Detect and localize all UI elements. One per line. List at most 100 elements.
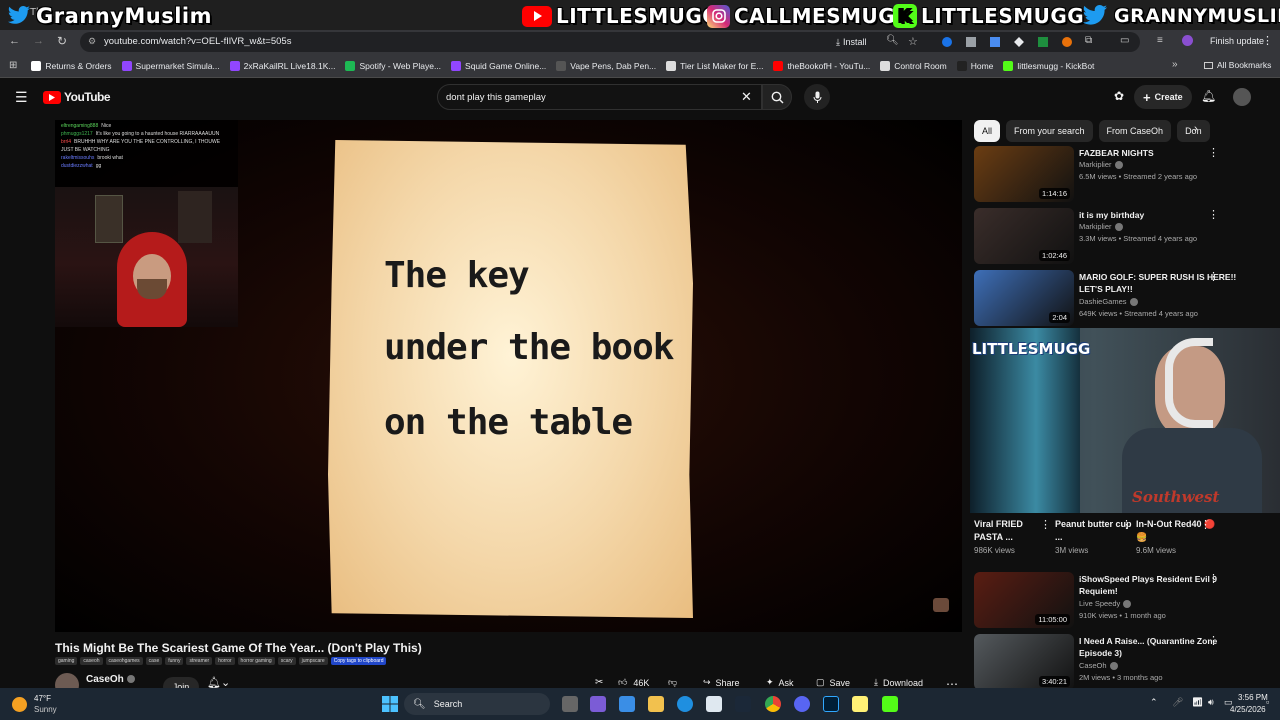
windows-start-icon[interactable] — [382, 696, 398, 712]
bookmark-item[interactable]: theBookofH - YouTu... — [773, 60, 870, 71]
recommendation-item[interactable]: 3:40:21 I Need A Raise... (Quarantine Zon… — [974, 634, 1269, 692]
search-input[interactable]: dont play this gameplay — [446, 92, 546, 103]
file-explorer-icon[interactable] — [648, 696, 664, 712]
extension-icon[interactable] — [1038, 37, 1048, 47]
download-button[interactable]: ⤓ Download — [874, 677, 923, 688]
ask-button[interactable]: ✦ Ask — [766, 677, 794, 688]
kick-app-icon[interactable] — [882, 696, 898, 712]
more-options-icon[interactable]: ⋮ — [1208, 208, 1219, 221]
recommendation-channel[interactable]: Markiplier — [1079, 160, 1123, 170]
recommendation-item[interactable]: 1:14:16 FAZBEAR NIGHTS Markiplier 6.5M view… — [974, 146, 1269, 204]
channel-name[interactable]: CaseOh — [86, 674, 135, 685]
extension-icon[interactable] — [1062, 37, 1072, 47]
bookmark-item[interactable]: Vape Pens, Dab Pen... — [556, 60, 656, 71]
video-tag[interactable]: streamer — [186, 657, 213, 665]
video-tag[interactable]: case — [145, 657, 163, 665]
video-tag[interactable]: caseoh — [80, 657, 103, 665]
video-tag[interactable]: horror gaming — [237, 657, 275, 665]
bookmark-item[interactable]: littlesmugg - KickBot — [1003, 60, 1094, 71]
copilot-icon[interactable] — [590, 696, 606, 712]
account-avatar[interactable] — [1233, 88, 1251, 106]
wifi-icon[interactable]: 📶︎ — [1192, 697, 1203, 708]
sun-weather-icon[interactable] — [12, 697, 27, 712]
video-thumbnail[interactable]: 1:02:46 — [974, 208, 1074, 264]
recommendation-channel[interactable]: Markiplier — [1079, 222, 1123, 232]
search-button[interactable] — [762, 84, 792, 110]
reading-list-icon[interactable]: ≡ — [1157, 35, 1163, 46]
video-thumbnail[interactable]: 3:40:21 — [974, 634, 1074, 690]
steam-icon[interactable] — [735, 696, 751, 712]
more-bookmarks-icon[interactable]: » — [1172, 59, 1178, 70]
youtube-logo[interactable]: YouTube — [43, 90, 111, 104]
tab-search-icon[interactable]: ▭ — [1120, 35, 1129, 46]
bookmark-item[interactable]: Supermarket Simula... — [121, 60, 220, 71]
video-tag[interactable]: jumpscare — [298, 657, 328, 665]
bookmark-item[interactable]: Home — [956, 60, 993, 71]
clip-icon[interactable]: ✂ — [595, 677, 603, 688]
short-item[interactable]: Peanut butter cup ... 3M views ⋮ — [1055, 518, 1135, 555]
extension-icon[interactable] — [1014, 37, 1024, 47]
like-button[interactable]: 👍︎ 46K — [618, 677, 649, 688]
finish-update-button[interactable]: Finish update — [1210, 36, 1264, 46]
extension-gear-icon[interactable]: ✿ — [1114, 89, 1124, 103]
search-box[interactable]: dont play this gameplay ✕ — [437, 84, 762, 110]
share-button[interactable]: ↪ Share — [703, 677, 740, 688]
volume-icon[interactable]: 🔊︎ — [1208, 697, 1214, 708]
video-thumbnail[interactable]: 11:05:00 — [974, 572, 1074, 628]
bookmark-item[interactable]: Tier List Maker for E... — [666, 60, 763, 71]
bookmark-item[interactable]: Squid Game Online... — [451, 60, 546, 71]
recommendation-item[interactable]: 1:02:46 it is my birthday Markiplier 3.3M v… — [974, 208, 1269, 266]
video-thumbnail[interactable]: 2:04 — [974, 270, 1074, 326]
app-icon[interactable] — [619, 696, 635, 712]
recommendation-item[interactable]: 11:05:00 iShowSpeed Plays Resident Evil 9… — [974, 572, 1269, 630]
discord-icon[interactable] — [794, 696, 810, 712]
clock-time[interactable]: 3:56 PM — [1238, 693, 1268, 702]
recommendation-title[interactable]: FAZBEAR NIGHTS — [1079, 148, 1249, 160]
url-text[interactable]: youtube.com/watch?v=OEL-fIlVR_w&t=505s — [104, 36, 291, 47]
bookmark-star-icon[interactable]: ☆ — [908, 35, 918, 48]
video-tag[interactable]: gaming — [55, 657, 78, 665]
recommendation-channel[interactable]: Live Speedy — [1079, 599, 1132, 609]
notepad-icon[interactable] — [852, 696, 868, 712]
short-item[interactable]: In-N-Out Red40 🔴🍔 9.6M views ⋮ — [1136, 518, 1216, 555]
profile-avatar[interactable] — [1182, 35, 1193, 46]
recommendation-title[interactable]: iShowSpeed Plays Resident Evil 9 Requiem… — [1079, 574, 1249, 597]
zoom-icon[interactable]: 🔍︎ — [886, 35, 899, 46]
more-options-icon[interactable]: ⋮ — [1208, 634, 1219, 647]
video-thumbnail[interactable]: 1:14:16 — [974, 146, 1074, 202]
bookmark-item[interactable]: 2xRaKailRL Live18.1K... — [229, 60, 335, 71]
more-options-icon[interactable]: ⋮ — [1040, 518, 1051, 531]
recommendation-channel[interactable]: DashieGames — [1079, 297, 1138, 307]
more-options-icon[interactable]: ⋮ — [1200, 518, 1211, 531]
all-bookmarks-button[interactable]: All Bookmarks — [1204, 60, 1271, 70]
more-options-icon[interactable]: ⋮ — [1121, 518, 1132, 531]
clear-search-icon[interactable]: ✕ — [741, 89, 752, 105]
tray-chevron-icon[interactable]: ⌃ — [1150, 697, 1158, 708]
recommendation-title[interactable]: it is my birthday — [1079, 210, 1249, 222]
hamburger-menu-icon[interactable]: ☰ — [15, 89, 28, 106]
extension-icon[interactable] — [942, 37, 952, 47]
notification-center-icon[interactable]: ▫ — [1266, 697, 1269, 707]
edge-icon[interactable] — [677, 696, 693, 712]
copy-tags-button[interactable]: Copy tags to clipboard — [330, 657, 387, 665]
install-app-button[interactable]: ⤓ Install — [830, 34, 873, 50]
chrome-icon[interactable] — [765, 696, 781, 712]
bookmark-item[interactable]: Control Room — [880, 60, 947, 71]
weather-temp[interactable]: 47°F — [34, 694, 51, 703]
video-tag[interactable]: horror — [215, 657, 235, 665]
notifications-bell-icon[interactable]: 🔔︎ — [1201, 89, 1216, 103]
more-options-icon[interactable]: ⋮ — [1208, 146, 1219, 159]
forward-icon[interactable]: → — [33, 35, 44, 47]
address-bar[interactable]: ⚙ youtube.com/watch?v=OEL-fIlVR_w&t=505s… — [80, 32, 1140, 52]
bookmark-item[interactable]: Spotify - Web Playe... — [345, 60, 441, 71]
extension-icon[interactable] — [990, 37, 1000, 47]
weather-desc[interactable]: Sunny — [34, 705, 57, 714]
bookmark-item[interactable]: Returns & Orders — [31, 60, 112, 71]
clock-date[interactable]: 4/25/2026 — [1230, 705, 1266, 714]
site-info-icon[interactable]: ⚙ — [88, 36, 96, 47]
taskbar-search-box[interactable]: 🔍︎ Search — [404, 693, 550, 715]
recommendation-channel[interactable]: CaseOh — [1079, 661, 1118, 671]
recommendation-title[interactable]: MARIO GOLF: SUPER RUSH IS HERE!! LET'S P… — [1079, 272, 1249, 295]
dislike-button[interactable]: 👎︎ — [668, 677, 677, 688]
video-tag[interactable]: funny — [165, 657, 184, 665]
